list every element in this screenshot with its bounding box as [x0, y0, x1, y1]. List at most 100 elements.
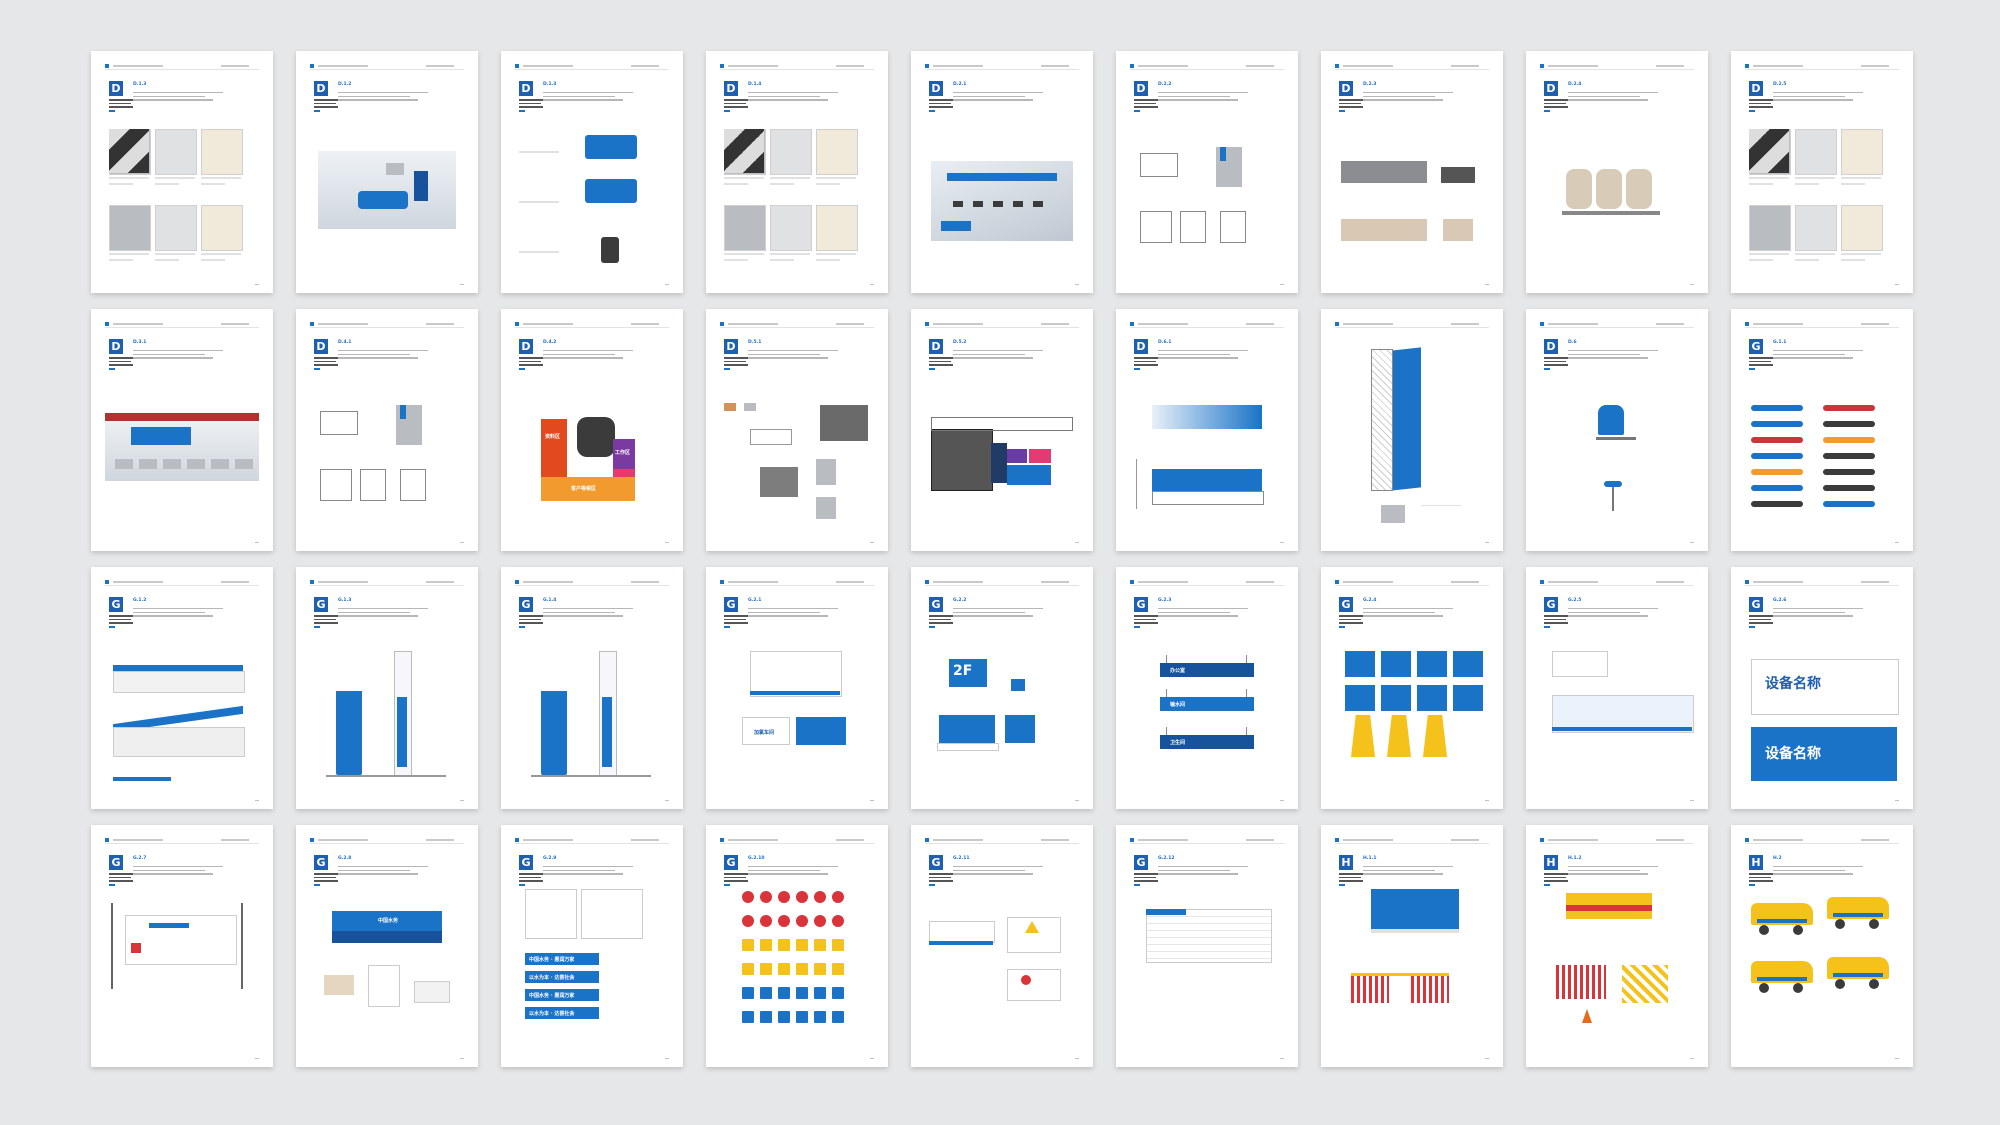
graphic-shape	[113, 777, 171, 781]
manual-page-25[interactable]: G G.2.4	[1321, 567, 1503, 809]
manual-page-31[interactable]: G G.2.10	[706, 825, 888, 1067]
graphic-shape	[724, 403, 736, 411]
manual-page-30[interactable]: G G.2.9 中国水务 · 惠润万家 以水为本 · 达善社会 中国水务 · 惠润万家以…	[501, 825, 683, 1067]
manual-page-15[interactable]: D D.6.1	[1116, 309, 1298, 551]
manual-page-23[interactable]: G G.2.2 2F	[911, 567, 1093, 809]
graphic-shape	[1759, 983, 1769, 993]
manual-page-4[interactable]: D D.1.4	[706, 51, 888, 293]
manual-page-3[interactable]: D D.1.3	[501, 51, 683, 293]
graphic-shape	[724, 253, 764, 255]
graphic-shape	[1841, 259, 1865, 261]
graphic-shape	[1566, 169, 1592, 209]
page-illustration-drawing	[1116, 51, 1298, 293]
graphic-shape	[113, 671, 245, 693]
manual-page-20[interactable]: G G.1.3	[296, 567, 478, 809]
graphic-shape	[1146, 909, 1272, 963]
page-illustration-swatches	[706, 51, 888, 293]
graphic-shape	[1751, 485, 1803, 491]
graphic-shape	[332, 931, 442, 943]
manual-page-27[interactable]: G G.2.6 设备名称 设备名称	[1731, 567, 1913, 809]
manual-page-7[interactable]: D D.2.3	[1321, 51, 1503, 293]
manual-page-9[interactable]: D D.2.5	[1731, 51, 1913, 293]
manual-page-19[interactable]: G G.1.2	[91, 567, 273, 809]
manual-page-11[interactable]: D D.4.1	[296, 309, 478, 551]
graphic-shape	[1795, 205, 1837, 251]
manual-page-13[interactable]: D D.5.1	[706, 309, 888, 551]
manual-page-33[interactable]: G G.2.12	[1116, 825, 1298, 1067]
graphic-label: 设备名称	[1765, 746, 1821, 762]
manual-page-28[interactable]: G G.2.7	[91, 825, 273, 1067]
page-illustration-swatches	[91, 51, 273, 293]
manual-page-14[interactable]: D D.5.2	[911, 309, 1093, 551]
page-illustration-barrier	[1526, 825, 1708, 1067]
graphic-shape	[1562, 211, 1660, 215]
graphic-label: 中国水务	[378, 918, 399, 924]
graphic-shape	[937, 743, 999, 751]
graphic-shape	[581, 889, 643, 939]
manual-page-17[interactable]: D D.6	[1526, 309, 1708, 551]
graphic-label: 卫生间	[1170, 740, 1186, 746]
graphic-shape	[1833, 973, 1883, 977]
manual-page-16[interactable]	[1321, 309, 1503, 551]
graphic-shape	[1749, 205, 1791, 251]
manual-page-29[interactable]: G G.2.8 中国水务	[296, 825, 478, 1067]
graphic-shape	[832, 963, 844, 975]
graphic-shape	[816, 459, 836, 485]
graphic-shape	[796, 963, 808, 975]
manual-page-21[interactable]: G G.1.4	[501, 567, 683, 809]
graphic-shape	[931, 429, 993, 491]
graphic-shape	[400, 469, 426, 501]
graphic-shape	[1180, 211, 1206, 243]
graphic-shape	[760, 467, 798, 497]
graphic-label: 以水为本 · 达善社会	[529, 975, 575, 981]
graphic-shape	[163, 459, 181, 469]
graphic-shape	[1013, 201, 1023, 207]
page-illustration-floor: 2F	[911, 567, 1093, 809]
graphic-shape	[585, 135, 637, 159]
graphic-shape	[1869, 919, 1879, 929]
graphic-shape	[109, 205, 151, 251]
graphic-shape	[358, 191, 408, 209]
graphic-shape	[1443, 219, 1473, 241]
manual-page-22[interactable]: G G.2.1 加氯车间	[706, 567, 888, 809]
manual-page-35[interactable]: H H.1.2	[1526, 825, 1708, 1067]
graphic-shape	[770, 259, 794, 261]
manual-page-2[interactable]: D D.1.2	[296, 51, 478, 293]
manual-page-34[interactable]: H H.1.1	[1321, 825, 1503, 1067]
manual-page-26[interactable]: G G.2.5	[1526, 567, 1708, 809]
graphic-shape	[541, 419, 567, 477]
manual-page-24[interactable]: G G.2.3 办公室 输水间 卫生间	[1116, 567, 1298, 809]
graphic-shape	[1759, 925, 1769, 935]
graphic-shape	[1841, 177, 1881, 179]
manual-page-5[interactable]: D D.2.1	[911, 51, 1093, 293]
manual-page-6[interactable]: D D.2.2	[1116, 51, 1298, 293]
graphic-shape	[760, 939, 772, 951]
graphic-shape	[953, 201, 963, 207]
manual-page-1[interactable]: D D.1.3	[91, 51, 273, 293]
page-illustration-furniture	[706, 309, 888, 551]
manual-page-18[interactable]: G G.1.1	[1731, 309, 1913, 551]
manual-page-12[interactable]: D D.4.2 资料区 工作区 客户等候区	[501, 309, 683, 551]
manual-page-36[interactable]: H H.2	[1731, 825, 1913, 1067]
graphic-shape	[1795, 177, 1835, 179]
graphic-shape	[796, 717, 846, 745]
page-illustration-pylon	[296, 567, 478, 809]
manual-page-10[interactable]: D D.3.1	[91, 309, 273, 551]
graphic-shape	[742, 1011, 754, 1023]
graphic-shape	[1246, 655, 1247, 663]
graphic-shape	[1381, 505, 1405, 523]
page-illustration-tower	[1321, 309, 1503, 551]
graphic-shape	[1823, 485, 1875, 491]
graphic-shape	[1749, 129, 1789, 173]
graphic-shape	[742, 939, 754, 951]
graphic-shape	[814, 939, 826, 951]
graphic-shape	[1823, 469, 1875, 475]
manual-page-32[interactable]: G G.2.11	[911, 825, 1093, 1067]
graphic-shape	[525, 889, 577, 939]
graphic-shape	[1140, 153, 1178, 177]
graphic-shape	[414, 981, 450, 1003]
graphic-shape	[1453, 685, 1483, 711]
graphic-shape	[1757, 977, 1807, 981]
manual-page-8[interactable]: D D.2.4	[1526, 51, 1708, 293]
graphic-shape	[931, 417, 1073, 431]
